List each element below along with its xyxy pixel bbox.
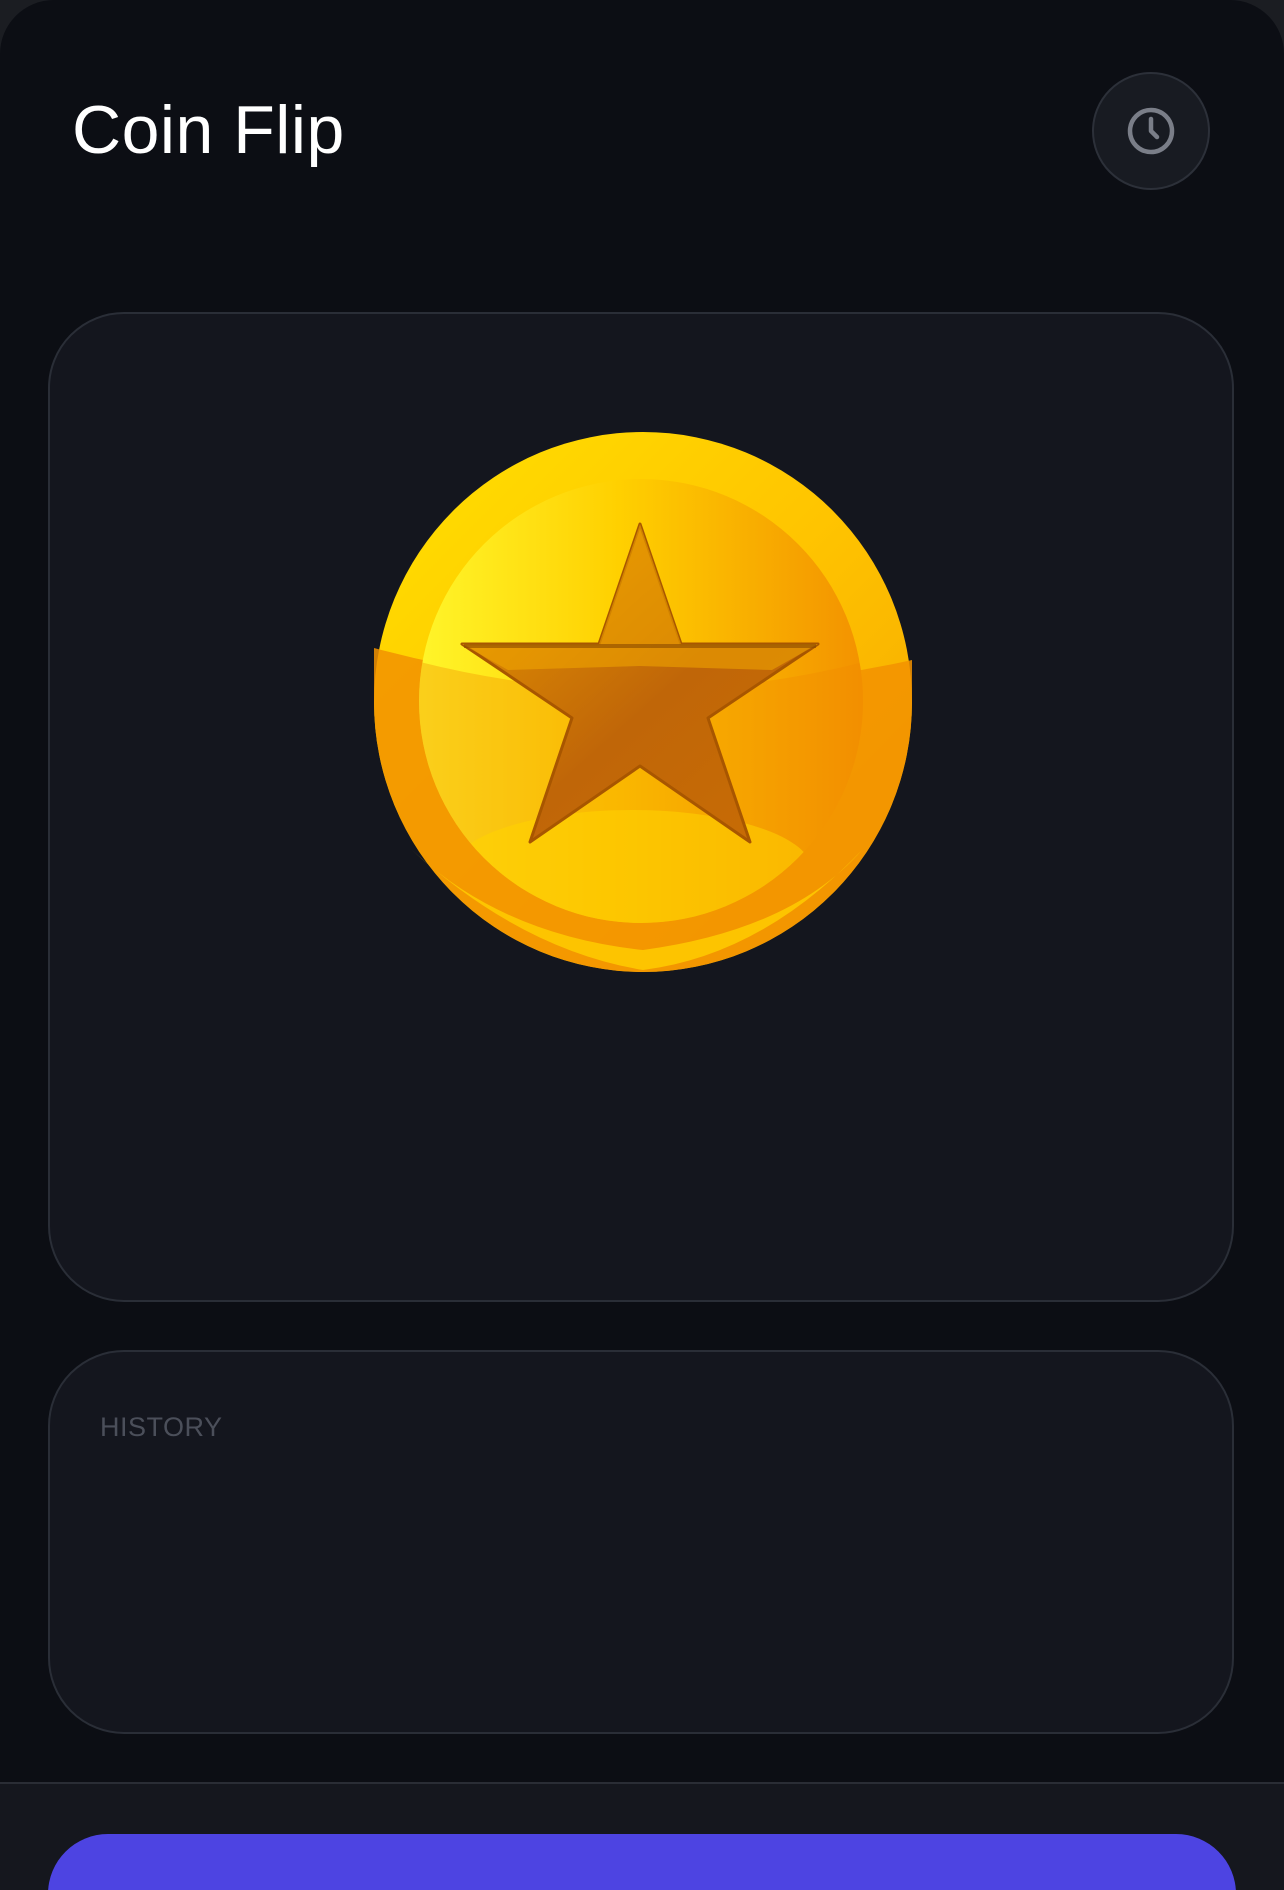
coin-card: [48, 312, 1234, 1302]
history-heading: HISTORY: [100, 1412, 223, 1442]
history-list: [100, 1472, 1182, 1692]
flip-button[interactable]: [48, 1834, 1236, 1890]
clock-icon: [1127, 107, 1175, 155]
history-button[interactable]: [1092, 72, 1210, 190]
page-title: Coin Flip: [72, 92, 345, 168]
coin[interactable]: [372, 430, 914, 974]
app-screen: Coin Flip HISTORY: [0, 0, 1284, 1890]
star-coin-icon: [374, 432, 912, 972]
history-card: HISTORY: [48, 1350, 1234, 1734]
